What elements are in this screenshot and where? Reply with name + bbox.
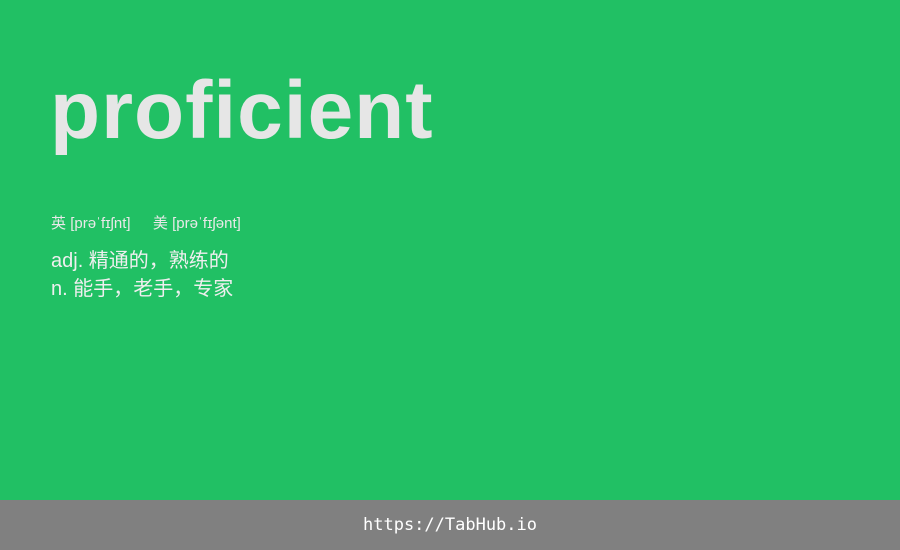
uk-pronunciation-label: 英	[51, 215, 67, 232]
uk-ipa: [prəˈfɪʃnt]	[70, 215, 131, 232]
definition-adjective: adj. 精通的，熟练的	[51, 250, 229, 272]
definition-noun: n. 能手，老手，专家	[51, 278, 234, 300]
us-pronunciation-label: 美	[152, 215, 168, 232]
us-ipa: [prəˈfɪʃənt]	[172, 215, 241, 232]
vocabulary-word: proficient	[50, 65, 434, 156]
pronunciation-row: 英 [prəˈfɪʃnt] 美 [prəˈfɪʃənt]	[51, 212, 241, 233]
tabhub-link[interactable]: https://TabHub.io	[363, 515, 537, 535]
footer-bar: https://TabHub.io	[0, 500, 900, 550]
definition-list: adj. 精通的，熟练的 n. 能手，老手，专家	[51, 247, 233, 303]
